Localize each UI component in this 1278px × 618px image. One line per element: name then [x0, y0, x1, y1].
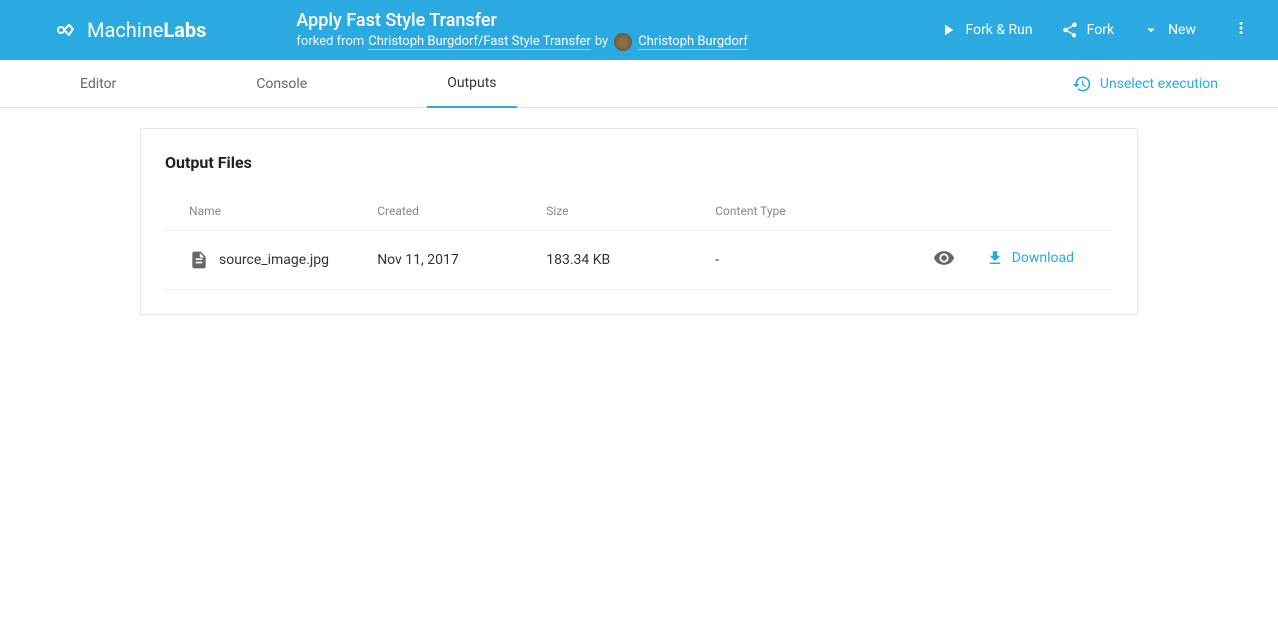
fork-button[interactable]: Fork	[1061, 21, 1114, 39]
download-button[interactable]: Download	[986, 249, 1074, 267]
play-icon	[939, 21, 957, 39]
content-area: Output Files Name Created Size Content T…	[0, 108, 1278, 335]
fork-run-label: Fork & Run	[965, 22, 1032, 38]
by-text: by	[595, 34, 608, 49]
logo-icon	[55, 18, 79, 42]
file-name-cell: source_image.jpg	[189, 250, 361, 270]
col-header-created: Created	[369, 192, 538, 231]
new-label: New	[1168, 22, 1196, 38]
new-button[interactable]: New	[1142, 21, 1196, 39]
col-header-size: Size	[538, 192, 707, 231]
logo-text: MachineLabs	[87, 18, 206, 42]
more-vert-icon	[1232, 19, 1250, 37]
file-content-type: -	[707, 231, 910, 290]
file-created: Nov 11, 2017	[369, 231, 538, 290]
tab-editor[interactable]: Editor	[60, 60, 136, 108]
col-header-content-type: Content Type	[707, 192, 910, 231]
output-files-table: Name Created Size Content Type source_im…	[165, 192, 1113, 290]
logo[interactable]: MachineLabs	[55, 18, 206, 42]
card-title: Output Files	[165, 153, 1113, 172]
tab-outputs[interactable]: Outputs	[427, 60, 516, 108]
output-files-card: Output Files Name Created Size Content T…	[140, 128, 1138, 315]
col-header-name: Name	[165, 192, 369, 231]
fork-run-button[interactable]: Fork & Run	[939, 21, 1032, 39]
unselect-label: Unselect execution	[1100, 76, 1218, 92]
file-name: source_image.jpg	[219, 252, 329, 268]
tabs-bar: Editor Console Outputs Unselect executio…	[0, 60, 1278, 108]
history-icon	[1072, 74, 1092, 94]
download-label: Download	[1012, 250, 1074, 266]
more-button[interactable]	[1224, 19, 1258, 41]
author-link[interactable]: Christoph Burgdorf	[638, 34, 748, 50]
unselect-execution-link[interactable]: Unselect execution	[1072, 74, 1218, 94]
download-icon	[986, 249, 1004, 267]
app-header: MachineLabs Apply Fast Style Transfer fo…	[0, 0, 1278, 60]
avatar	[614, 33, 632, 51]
chevron-down-icon	[1142, 21, 1160, 39]
forked-prefix: forked from	[296, 34, 364, 49]
forked-from-link[interactable]: Christoph Burgdorf/Fast Style Transfer	[368, 34, 591, 50]
share-icon	[1061, 21, 1079, 39]
file-size: 183.34 KB	[538, 231, 707, 290]
lab-subtitle: forked from Christoph Burgdorf/Fast Styl…	[296, 33, 939, 51]
fork-label: Fork	[1087, 22, 1114, 38]
title-section: Apply Fast Style Transfer forked from Ch…	[296, 10, 939, 51]
lab-title: Apply Fast Style Transfer	[296, 10, 939, 31]
tab-console[interactable]: Console	[236, 60, 327, 108]
file-icon	[189, 250, 209, 270]
table-row: source_image.jpg Nov 11, 2017 183.34 KB …	[165, 231, 1113, 290]
view-icon[interactable]	[933, 247, 955, 269]
header-actions: Fork & Run Fork New	[939, 19, 1258, 41]
